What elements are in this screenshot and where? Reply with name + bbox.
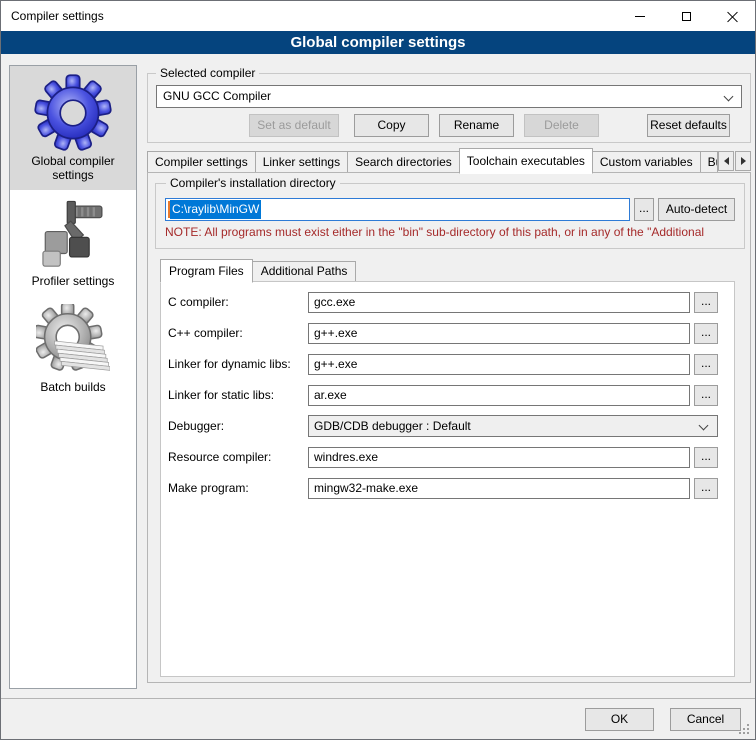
dialog-header-title: Global compiler settings: [290, 34, 465, 51]
sidebar-item-label: Batch builds: [12, 380, 134, 394]
program-files-tabbar: Program Files Additional Paths: [160, 257, 355, 282]
chevron-down-icon: [699, 421, 709, 431]
tab-program-files[interactable]: Program Files: [160, 259, 253, 283]
compiler-select-value: GNU GCC Compiler: [163, 89, 271, 103]
scroll-right-icon: [741, 157, 746, 165]
maximize-button[interactable]: [663, 1, 709, 31]
footer-divider: [1, 698, 755, 699]
compiler-settings-window: Compiler settings Global compiler settin…: [0, 0, 756, 740]
make-program-label: Make program:: [168, 481, 308, 495]
static-linker-row: Linker for static libs: ar.exe ...: [168, 384, 718, 406]
resource-compiler-browse-button[interactable]: ...: [694, 447, 718, 468]
dynamic-linker-label: Linker for dynamic libs:: [168, 357, 308, 371]
dialog-header: Global compiler settings: [1, 31, 755, 54]
tab-scroll-right-button[interactable]: [735, 151, 751, 171]
sidebar-item-label: Profiler settings: [12, 274, 134, 288]
settings-tabbar: Compiler settings Linker settings Search…: [147, 146, 751, 173]
cpp-compiler-row: C++ compiler: g++.exe ...: [168, 322, 718, 344]
cpp-compiler-label: C++ compiler:: [168, 326, 308, 340]
window-title: Compiler settings: [1, 9, 104, 23]
debugger-select-value: GDB/CDB debugger : Default: [314, 419, 471, 433]
resource-compiler-label: Resource compiler:: [168, 450, 308, 464]
selected-compiler-legend: Selected compiler: [156, 66, 259, 80]
c-compiler-input[interactable]: gcc.exe: [308, 292, 690, 313]
minimize-button[interactable]: [617, 1, 663, 31]
scroll-left-icon: [724, 157, 729, 165]
bin-subdirectory-note: NOTE: All programs must exist either in …: [165, 225, 742, 239]
blue-gear-icon: [34, 74, 112, 152]
c-compiler-label: C compiler:: [168, 295, 308, 309]
installation-directory-row: C:\raylib\MinGW ... Auto-detect: [165, 198, 735, 221]
debugger-label: Debugger:: [168, 419, 308, 433]
copy-button[interactable]: Copy: [354, 114, 429, 137]
tab-scroll-arrows: [717, 151, 751, 171]
minimize-icon: [635, 16, 645, 17]
auto-detect-button[interactable]: Auto-detect: [658, 198, 735, 221]
sidebar-item-profiler-settings[interactable]: Profiler settings: [10, 190, 136, 296]
delete-button[interactable]: Delete: [524, 114, 599, 137]
ok-button[interactable]: OK: [585, 708, 654, 731]
titlebar: Compiler settings: [1, 1, 755, 31]
make-program-row: Make program: mingw32-make.exe ...: [168, 477, 718, 499]
make-program-input[interactable]: mingw32-make.exe: [308, 478, 690, 499]
close-icon: [727, 11, 738, 22]
tab-linker-settings[interactable]: Linker settings: [255, 151, 348, 173]
sidebar-item-batch-builds[interactable]: Batch builds: [10, 296, 136, 402]
debugger-row: Debugger: GDB/CDB debugger : Default: [168, 415, 718, 437]
c-compiler-browse-button[interactable]: ...: [694, 292, 718, 313]
caliper-profiler-icon: [36, 198, 110, 272]
chevron-down-icon: [724, 92, 734, 102]
settings-sidebar: Global compiler settings Profiler settin…: [9, 65, 137, 689]
resource-compiler-row: Resource compiler: windres.exe ...: [168, 446, 718, 468]
cpp-compiler-browse-button[interactable]: ...: [694, 323, 718, 344]
make-program-browse-button[interactable]: ...: [694, 478, 718, 499]
installation-directory-value: C:\raylib\MinGW: [170, 200, 261, 219]
static-linker-input[interactable]: ar.exe: [308, 385, 690, 406]
close-button[interactable]: [709, 1, 755, 31]
c-compiler-row: C compiler: gcc.exe ...: [168, 291, 718, 313]
sidebar-item-label: Global compiler settings: [12, 154, 134, 182]
tab-additional-paths[interactable]: Additional Paths: [252, 261, 357, 282]
tab-toolchain-executables[interactable]: Toolchain executables: [459, 148, 593, 174]
tab-compiler-settings[interactable]: Compiler settings: [147, 151, 256, 173]
installation-directory-input[interactable]: C:\raylib\MinGW: [165, 198, 630, 221]
installation-directory-group: Compiler's installation directory C:\ray…: [155, 183, 745, 249]
rename-button[interactable]: Rename: [439, 114, 514, 137]
debugger-select[interactable]: GDB/CDB debugger : Default: [308, 415, 718, 437]
compiler-buttons-row: Set as default Copy Rename Delete Reset …: [148, 114, 750, 137]
selected-compiler-group: Selected compiler GNU GCC Compiler Set a…: [147, 73, 751, 143]
tab-search-directories[interactable]: Search directories: [347, 151, 460, 173]
static-linker-browse-button[interactable]: ...: [694, 385, 718, 406]
reset-defaults-button[interactable]: Reset defaults: [647, 114, 730, 137]
static-linker-label: Linker for static libs:: [168, 388, 308, 402]
toolchain-executables-page: Compiler's installation directory C:\ray…: [147, 172, 751, 683]
sidebar-item-global-compiler-settings[interactable]: Global compiler settings: [10, 66, 136, 190]
compiler-select[interactable]: GNU GCC Compiler: [156, 85, 742, 108]
browse-directory-button[interactable]: ...: [634, 198, 654, 221]
titlebar-buttons: [617, 1, 755, 31]
program-files-panel: C compiler: gcc.exe ... C++ compiler: g+…: [160, 281, 735, 677]
dynamic-linker-row: Linker for dynamic libs: g++.exe ...: [168, 353, 718, 375]
cpp-compiler-input[interactable]: g++.exe: [308, 323, 690, 344]
set-as-default-button[interactable]: Set as default: [249, 114, 339, 137]
tab-custom-variables[interactable]: Custom variables: [592, 151, 701, 173]
resize-grip[interactable]: [739, 724, 750, 735]
tab-build-options-truncated[interactable]: Build: [700, 151, 718, 173]
maximize-icon: [682, 12, 691, 21]
dynamic-linker-browse-button[interactable]: ...: [694, 354, 718, 375]
tab-scroll-left-button[interactable]: [718, 151, 734, 171]
installation-directory-legend: Compiler's installation directory: [166, 176, 340, 190]
cancel-button[interactable]: Cancel: [670, 708, 741, 731]
resource-compiler-input[interactable]: windres.exe: [308, 447, 690, 468]
gray-gear-papers-icon: [36, 304, 110, 378]
dynamic-linker-input[interactable]: g++.exe: [308, 354, 690, 375]
